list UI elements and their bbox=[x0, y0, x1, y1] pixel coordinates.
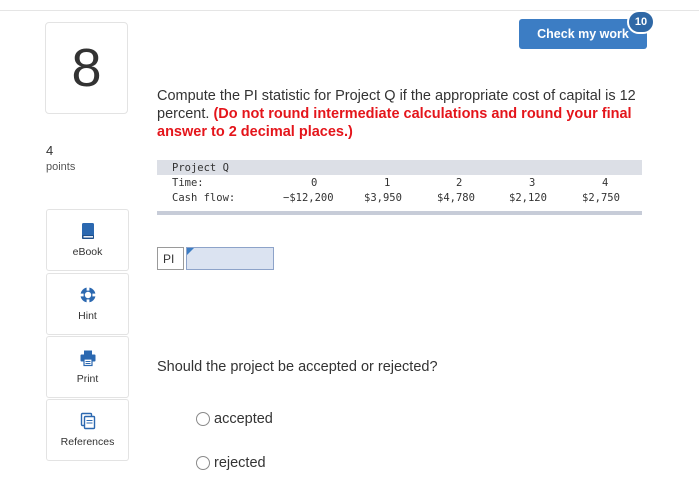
pi-answer-input[interactable] bbox=[186, 247, 274, 270]
time-cell: 0 bbox=[311, 177, 318, 189]
references-label: References bbox=[60, 436, 115, 448]
rejected-option[interactable]: rejected bbox=[196, 455, 266, 471]
decision-question: Should the project be accepted or reject… bbox=[157, 359, 438, 375]
hint-button[interactable]: Hint bbox=[46, 273, 129, 335]
table-title: Project Q bbox=[172, 162, 229, 174]
question-prompt: Compute the PI statistic for Project Q i… bbox=[157, 87, 647, 141]
cash-flow-cell: $3,950 bbox=[364, 192, 402, 204]
question-number-card: 8 bbox=[45, 22, 128, 114]
time-cell: 3 bbox=[529, 177, 536, 189]
table-header-bar bbox=[157, 160, 642, 175]
cash-flow-cell: $4,780 bbox=[437, 192, 475, 204]
hint-label: Hint bbox=[78, 310, 97, 322]
top-divider bbox=[0, 10, 699, 11]
print-label: Print bbox=[76, 373, 99, 385]
documents-icon bbox=[80, 412, 95, 430]
printer-icon bbox=[80, 350, 95, 367]
print-button[interactable]: Print bbox=[46, 336, 129, 398]
cash-flow-row-label: Cash flow: bbox=[172, 192, 236, 204]
ebook-button[interactable]: eBook bbox=[46, 209, 129, 271]
check-attempts-badge: 10 bbox=[627, 10, 655, 34]
time-cell: 4 bbox=[602, 177, 609, 189]
cash-flow-cell: $2,750 bbox=[582, 192, 620, 204]
answer-marker-icon bbox=[187, 248, 194, 255]
pi-field-label: PI bbox=[157, 247, 184, 270]
time-cell: 1 bbox=[384, 177, 391, 189]
accepted-option[interactable]: accepted bbox=[196, 411, 273, 427]
ebook-label: eBook bbox=[72, 246, 103, 258]
cash-flow-cell: −$12,200 bbox=[283, 192, 334, 204]
time-cell: 2 bbox=[456, 177, 463, 189]
check-my-work-label: Check my work bbox=[537, 27, 629, 41]
cash-flow-cell: $2,120 bbox=[509, 192, 547, 204]
accepted-label: accepted bbox=[214, 411, 273, 427]
rejected-label: rejected bbox=[214, 455, 266, 471]
rejected-radio[interactable] bbox=[196, 456, 210, 470]
rounding-instruction: (Do not round intermediate calculations … bbox=[157, 106, 632, 140]
book-icon bbox=[81, 223, 94, 239]
references-button[interactable]: References bbox=[46, 399, 129, 461]
table-footer-bar bbox=[157, 211, 642, 215]
lifebuoy-icon bbox=[79, 287, 96, 303]
time-row-label: Time: bbox=[172, 177, 204, 189]
points-label: points bbox=[46, 161, 76, 173]
question-number: 8 bbox=[71, 38, 102, 98]
points-value: 4 bbox=[46, 143, 54, 158]
accepted-radio[interactable] bbox=[196, 412, 210, 426]
